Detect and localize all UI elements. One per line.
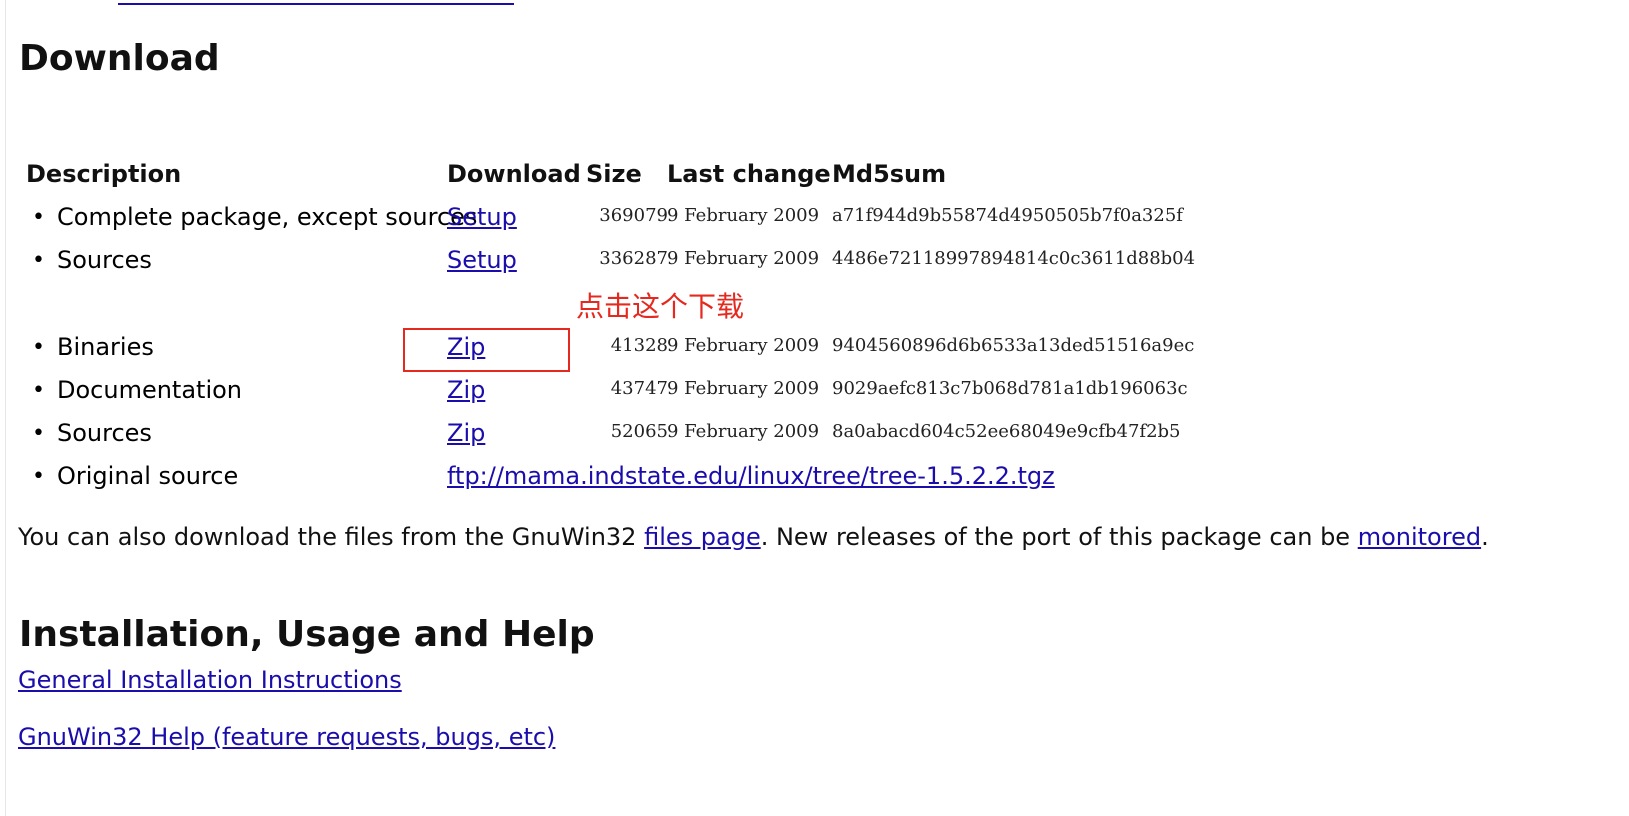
row-size: 52065 — [610, 421, 668, 442]
row-md5: 4486e72118997894814c0c3611d88b04 — [832, 248, 1196, 269]
zip-link-sources[interactable]: Zip — [447, 419, 485, 447]
table-row: • Sources Setup 336287 9 February 2009 4… — [26, 246, 1195, 286]
original-source-link[interactable]: ftp://mama.indstate.edu/linux/tree/tree-… — [447, 462, 1055, 490]
row-date: 9 February 2009 — [667, 335, 820, 356]
table-row: • Documentation Zip 43747 9 February 200… — [26, 376, 1188, 416]
general-installation-link[interactable]: General Installation Instructions — [18, 666, 402, 694]
header-size: Size — [586, 160, 642, 188]
table-row: • Binaries Zip 41328 9 February 2009 940… — [26, 333, 1194, 373]
header-last-change: Last change — [667, 160, 831, 188]
row-size: 369079 — [599, 205, 668, 226]
download-hint-annotation: 点击这个下载 — [576, 290, 745, 323]
header-md5sum: Md5sum — [832, 160, 947, 188]
row-date: 9 February 2009 — [667, 378, 820, 399]
row-description: Documentation — [57, 376, 243, 404]
setup-link[interactable]: Setup — [447, 203, 517, 231]
row-size: 41328 — [610, 335, 668, 356]
table-row: • Sources Zip 52065 9 February 2009 8a0a… — [26, 419, 1186, 459]
gnuwin32-help-link[interactable]: GnuWin32 Help (feature requests, bugs, e… — [18, 723, 555, 751]
monitored-link[interactable]: monitored — [1358, 523, 1481, 551]
row-description: Original source — [57, 462, 239, 490]
bullet-icon: • — [32, 335, 45, 360]
row-size: 336287 — [599, 248, 668, 269]
top-link-fragment[interactable] — [118, 0, 514, 5]
zip-link-documentation[interactable]: Zip — [447, 376, 485, 404]
row-description: Sources — [57, 246, 152, 274]
highlight-box — [403, 328, 570, 372]
page-left-border — [5, 0, 6, 816]
bullet-icon: • — [32, 378, 45, 403]
download-paragraph: You can also download the files from the… — [18, 523, 1489, 551]
bullet-icon: • — [32, 205, 45, 230]
row-md5: 8a0abacd604c52ee68049e9cfb47f2b5 — [832, 421, 1181, 442]
paragraph-middle: . New releases of the port of this packa… — [760, 523, 1358, 551]
paragraph-suffix: . — [1481, 523, 1489, 551]
row-description: Complete package, except sources — [57, 203, 478, 231]
setup-link[interactable]: Setup — [447, 246, 517, 274]
row-date: 9 February 2009 — [667, 248, 820, 269]
header-download: Download — [447, 160, 581, 188]
bullet-icon: • — [32, 421, 45, 446]
row-md5: 9404560896d6b6533a13ded51516a9ec — [832, 335, 1195, 356]
row-description: Sources — [57, 419, 152, 447]
row-size: 43747 — [610, 378, 668, 399]
files-page-link[interactable]: files page — [644, 523, 761, 551]
paragraph-prefix: You can also download the files from the… — [18, 523, 645, 551]
download-heading: Download — [19, 38, 220, 79]
installation-heading: Installation, Usage and Help — [19, 614, 595, 655]
row-date: 9 February 2009 — [667, 421, 820, 442]
bullet-icon: • — [32, 248, 45, 273]
bullet-icon: • — [32, 464, 45, 489]
table-row: • Complete package, except sources Setup… — [26, 203, 1186, 243]
row-md5: 9029aefc813c7b068d781a1db196063c — [832, 378, 1188, 399]
table-row: • Original source ftp://mama.indstate.ed… — [26, 462, 1186, 502]
row-md5: a71f944d9b55874d4950505b7f0a325f — [832, 205, 1183, 226]
row-description: Binaries — [57, 333, 154, 361]
header-description: Description — [26, 160, 182, 188]
row-date: 9 February 2009 — [667, 205, 820, 226]
